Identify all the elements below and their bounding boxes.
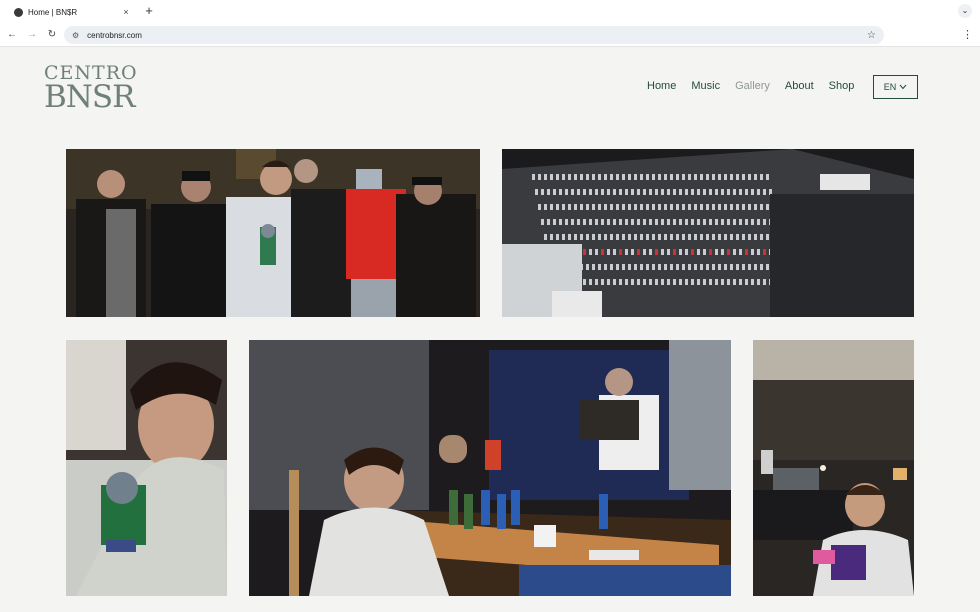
address-bar[interactable]: ⚙ centrobnsr.com ☆ bbox=[64, 26, 884, 44]
site-info-icon[interactable]: ⚙ bbox=[72, 31, 79, 40]
main-nav: Home Music Gallery About Shop bbox=[647, 80, 854, 92]
tab-title: Home | BN$R bbox=[28, 7, 78, 17]
nav-shop[interactable]: Shop bbox=[829, 80, 855, 92]
photo-group[interactable] bbox=[66, 149, 480, 317]
reload-icon[interactable]: ↻ bbox=[44, 27, 60, 43]
photo-portrait[interactable] bbox=[66, 340, 227, 596]
bookmark-star-icon[interactable]: ☆ bbox=[867, 30, 876, 41]
forward-arrow-icon[interactable]: → bbox=[24, 27, 40, 43]
url-text[interactable]: centrobnsr.com bbox=[87, 31, 867, 40]
browser-tab-bar: Home | BN$R × + ⌄ bbox=[0, 0, 980, 23]
back-arrow-icon[interactable]: ← bbox=[4, 27, 20, 43]
nav-home[interactable]: Home bbox=[647, 80, 676, 92]
site-favicon-icon bbox=[14, 7, 23, 17]
tab-search-chevron-icon[interactable]: ⌄ bbox=[958, 4, 972, 18]
new-tab-button[interactable]: + bbox=[142, 2, 156, 20]
language-select[interactable]: EN bbox=[873, 75, 918, 99]
photo-studio-table[interactable] bbox=[249, 340, 731, 596]
site-logo[interactable]: CENTRO BNSR bbox=[44, 64, 144, 115]
nav-about[interactable]: About bbox=[785, 80, 814, 92]
photo-control-room[interactable] bbox=[753, 340, 914, 596]
logo-line-2: BNSR bbox=[44, 79, 135, 115]
chevron-down-icon bbox=[899, 82, 907, 92]
nav-gallery[interactable]: Gallery bbox=[735, 80, 770, 92]
browser-toolbar: ← → ↻ ⚙ centrobnsr.com ☆ ⋮ bbox=[0, 23, 980, 47]
browser-menu-icon[interactable]: ⋮ bbox=[962, 27, 973, 43]
nav-music[interactable]: Music bbox=[691, 80, 720, 92]
language-label: EN bbox=[883, 82, 897, 92]
tab-close-icon[interactable]: × bbox=[120, 7, 132, 17]
browser-tab[interactable]: Home | BN$R × bbox=[6, 1, 138, 23]
photo-mixing-console[interactable] bbox=[502, 149, 914, 317]
